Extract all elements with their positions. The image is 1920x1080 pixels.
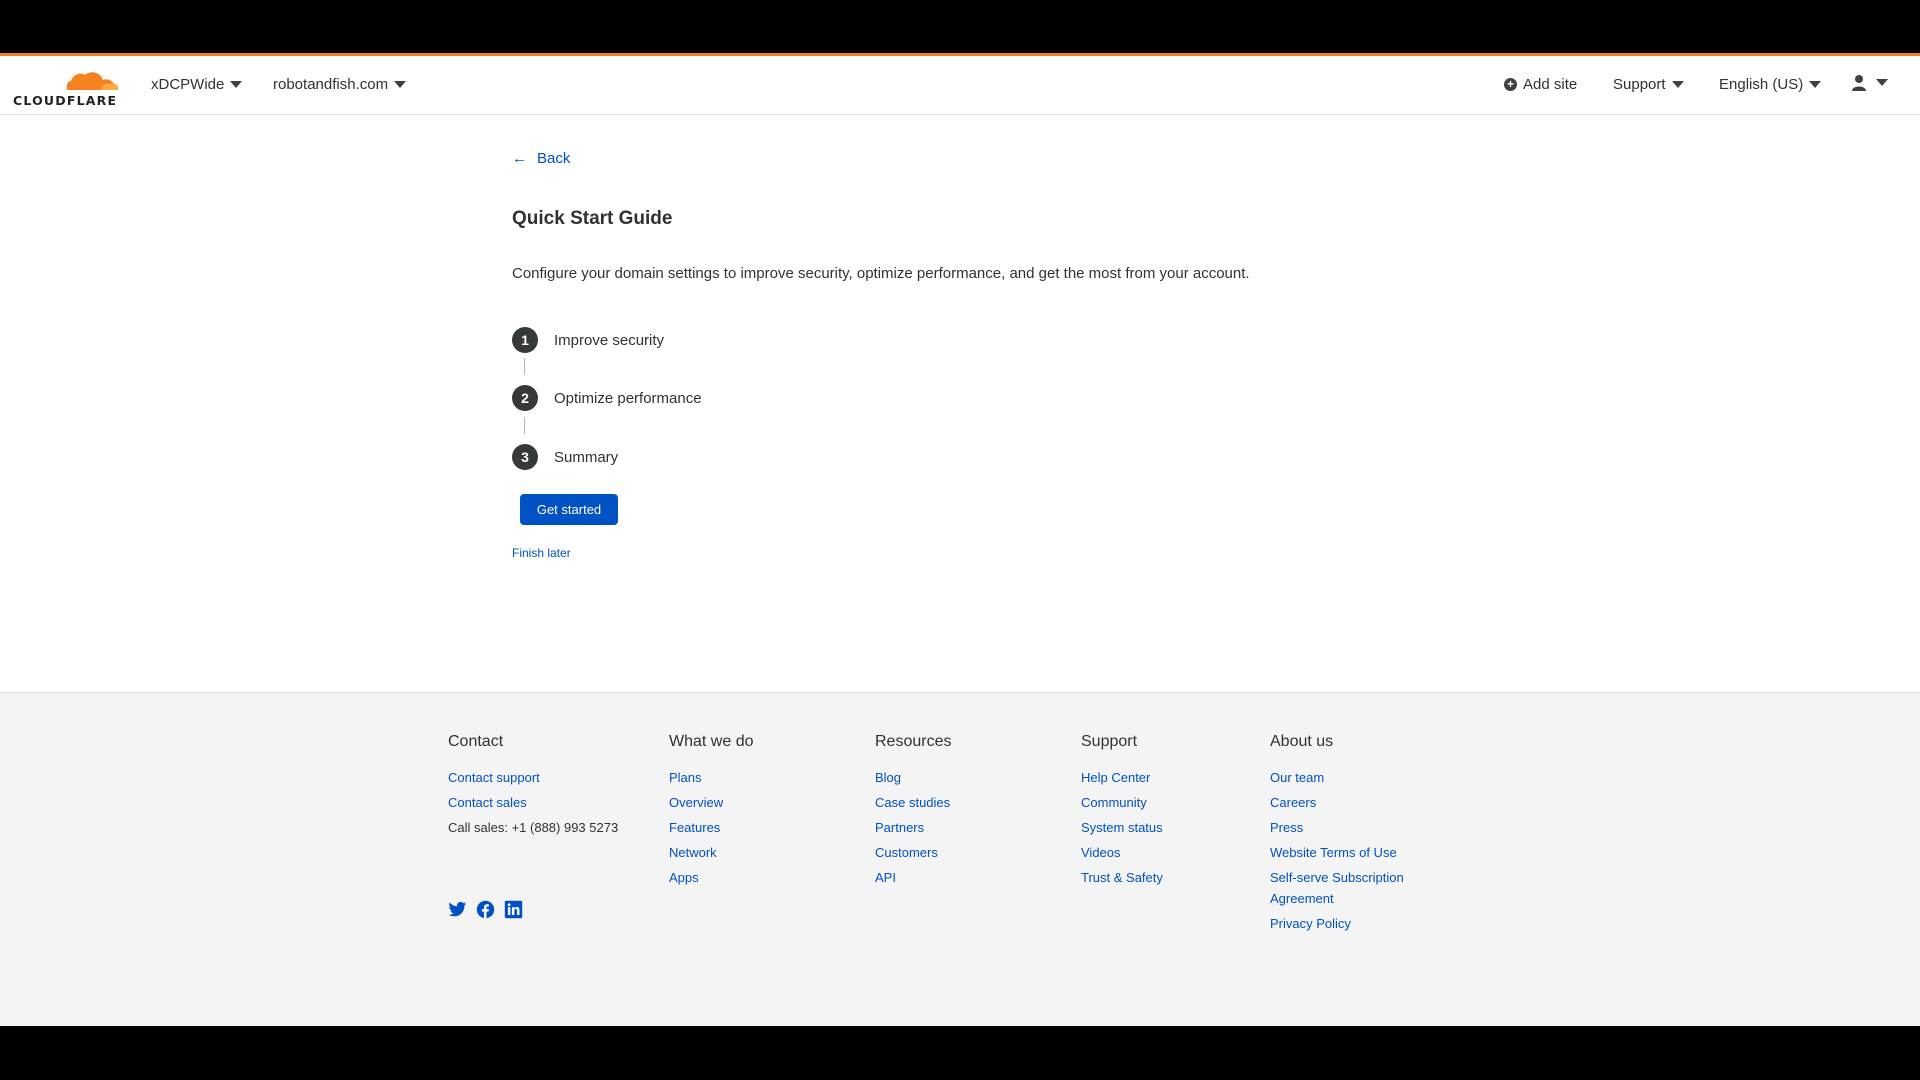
footer-link-contact-sales[interactable]: Contact sales: [448, 790, 618, 815]
facebook-icon[interactable]: [476, 900, 495, 919]
call-sales-text: Call sales: +1 (888) 993 5273: [448, 820, 619, 835]
footer-link-network[interactable]: Network: [669, 840, 723, 865]
support-dropdown[interactable]: Support: [1613, 76, 1684, 93]
footer-link-community[interactable]: Community: [1081, 790, 1163, 815]
footer-link-help-center[interactable]: Help Center: [1081, 765, 1163, 790]
site-footer: Contact Contact support Contact sales Ca…: [0, 692, 1920, 1026]
plus-circle-icon: +: [1504, 78, 1517, 91]
back-link[interactable]: ← Back: [512, 150, 570, 167]
twitter-icon[interactable]: [448, 900, 467, 919]
account-dropdown[interactable]: xDCPWide: [151, 76, 243, 93]
arrow-left-icon: ←: [512, 150, 527, 167]
footer-link-api[interactable]: API: [875, 865, 950, 890]
step-improve-security: 1 Improve security: [512, 327, 664, 353]
footer-heading: What we do: [669, 733, 754, 750]
footer-heading: Support: [1081, 733, 1138, 750]
user-menu[interactable]: [1851, 74, 1888, 91]
bottom-letterbox: [0, 1026, 1920, 1080]
language-dropdown[interactable]: English (US): [1719, 76, 1822, 93]
footer-link-blog[interactable]: Blog: [875, 765, 950, 790]
domain-dropdown[interactable]: robotandfish.com: [273, 76, 407, 93]
step-optimize-performance: 2 Optimize performance: [512, 385, 702, 411]
footer-link-features[interactable]: Features: [669, 815, 723, 840]
footer-link-subscription-agreement[interactable]: Self-serve Subscription Agreement: [1270, 865, 1420, 911]
footer-heading: About us: [1270, 733, 1334, 750]
step-label: Optimize performance: [554, 389, 702, 407]
top-letterbox: [0, 0, 1920, 53]
step-label: Summary: [554, 448, 619, 466]
page-title: Quick Start Guide: [512, 208, 673, 229]
footer-link-careers[interactable]: Careers: [1270, 790, 1420, 815]
footer-link-overview[interactable]: Overview: [669, 790, 723, 815]
footer-link-our-team[interactable]: Our team: [1270, 765, 1420, 790]
footer-link-plans[interactable]: Plans: [669, 765, 723, 790]
domain-label: robotandfish.com: [273, 76, 389, 93]
logo-wordmark: CLOUDFLARE: [13, 93, 118, 108]
footer-link-trust-safety[interactable]: Trust & Safety: [1081, 865, 1163, 890]
footer-link-press[interactable]: Press: [1270, 815, 1420, 840]
step-connector: [524, 358, 525, 375]
linkedin-icon[interactable]: [504, 900, 523, 919]
back-label: Back: [537, 150, 571, 167]
chevron-down-icon: [1671, 81, 1684, 88]
finish-later-link[interactable]: Finish later: [512, 546, 571, 560]
step-connector: [524, 417, 525, 434]
browser-page: CLOUDFLARE xDCPWide robotandfish.com + A…: [0, 53, 1920, 1026]
get-started-button[interactable]: Get started: [520, 494, 618, 525]
chevron-down-icon: [1809, 81, 1822, 88]
add-site-label: Add site: [1523, 76, 1578, 93]
support-label: Support: [1613, 76, 1666, 93]
chevron-down-icon: [394, 81, 407, 88]
social-links: [448, 900, 523, 919]
account-label: xDCPWide: [151, 76, 225, 93]
footer-link-customers[interactable]: Customers: [875, 840, 950, 865]
footer-link-contact-support[interactable]: Contact support: [448, 765, 618, 790]
footer-link-system-status[interactable]: System status: [1081, 815, 1163, 840]
chevron-down-icon: [1876, 79, 1888, 86]
footer-link-partners[interactable]: Partners: [875, 815, 950, 840]
step-number: 1: [512, 327, 538, 353]
user-icon: [1852, 75, 1866, 91]
chevron-down-icon: [230, 81, 243, 88]
footer-heading: Resources: [875, 733, 952, 750]
cloudflare-logo[interactable]: CLOUDFLARE: [13, 66, 121, 108]
footer-link-apps[interactable]: Apps: [669, 865, 723, 890]
step-summary: 3 Summary: [512, 444, 618, 470]
footer-link-privacy-policy[interactable]: Privacy Policy: [1270, 911, 1420, 936]
top-header: CLOUDFLARE xDCPWide robotandfish.com + A…: [0, 56, 1920, 115]
step-number: 3: [512, 444, 538, 470]
step-number: 2: [512, 385, 538, 411]
page-description: Configure your domain settings to improv…: [512, 265, 1250, 282]
step-label: Improve security: [554, 331, 665, 349]
footer-link-videos[interactable]: Videos: [1081, 840, 1163, 865]
footer-link-case-studies[interactable]: Case studies: [875, 790, 950, 815]
cloud-logo-icon: [66, 72, 119, 90]
add-site-button[interactable]: + Add site: [1504, 76, 1577, 93]
footer-link-website-terms[interactable]: Website Terms of Use: [1270, 840, 1420, 865]
language-label: English (US): [1719, 76, 1804, 93]
footer-heading: Contact: [448, 733, 504, 750]
